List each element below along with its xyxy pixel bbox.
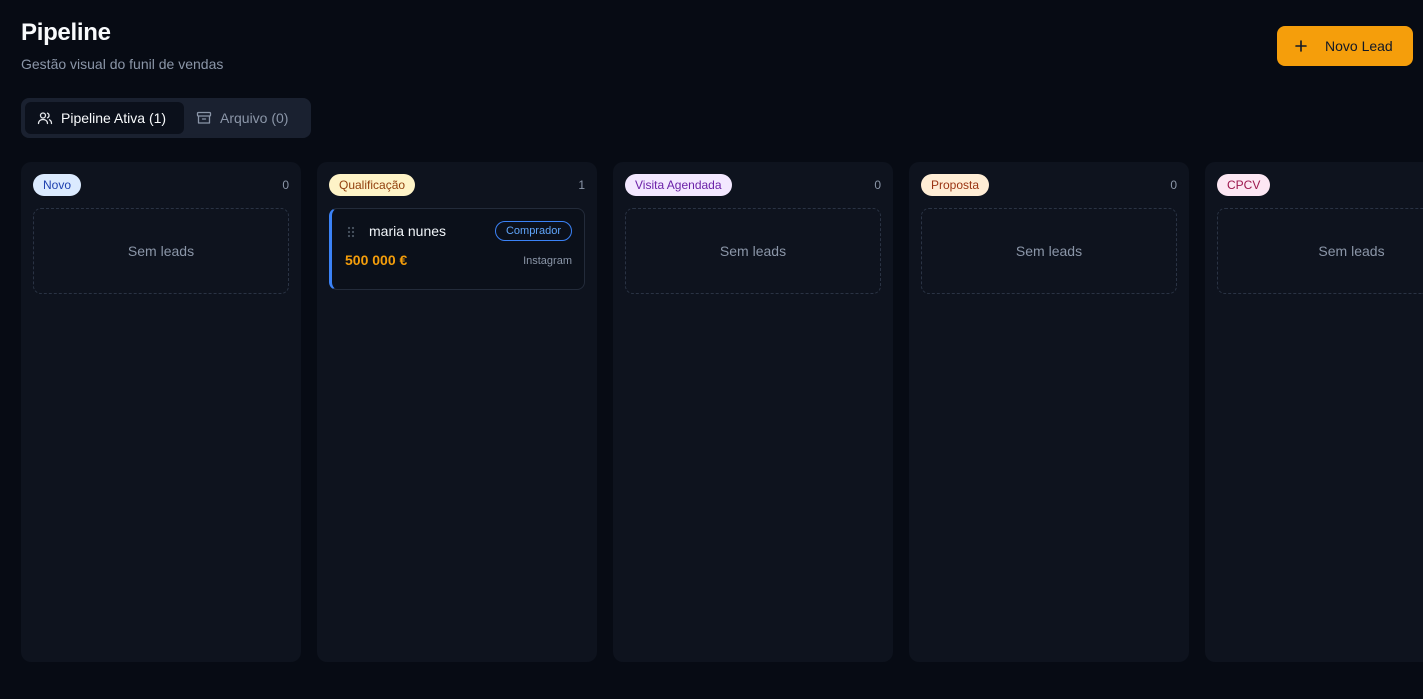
new-lead-button[interactable]: Novo Lead	[1277, 26, 1413, 66]
empty-drop-zone[interactable]: Sem leads	[1217, 208, 1423, 294]
empty-drop-zone[interactable]: Sem leads	[33, 208, 289, 294]
lead-count: 0	[874, 178, 881, 192]
column-header: CPCV	[1217, 174, 1423, 196]
archive-icon	[196, 110, 220, 126]
stage-badge: Novo	[33, 174, 82, 196]
users-icon	[37, 110, 61, 126]
lead-count: 0	[282, 178, 289, 192]
empty-drop-zone[interactable]: Sem leads	[921, 208, 1177, 294]
lead-card[interactable]: maria nunes Comprador 500 000 € Instagra…	[329, 208, 585, 290]
tab-archive[interactable]: Arquivo (0)	[184, 102, 307, 134]
stage-badge: Proposta	[921, 174, 990, 196]
page-title: Pipeline	[21, 19, 111, 46]
column-proposta: Proposta 0 Sem leads	[909, 162, 1189, 662]
stage-badge: CPCV	[1217, 174, 1271, 196]
column-visita-agendada: Visita Agendada 0 Sem leads	[613, 162, 893, 662]
plus-icon	[1293, 38, 1309, 54]
column-novo: Novo 0 Sem leads	[21, 162, 301, 662]
tab-label: Pipeline Ativa (1)	[61, 110, 167, 126]
drag-handle-icon[interactable]	[347, 225, 355, 243]
pipeline-page: Pipeline Gestão visual do funil de venda…	[0, 0, 1423, 699]
column-header: Proposta 0	[921, 174, 1177, 196]
new-lead-label: Novo Lead	[1325, 38, 1393, 54]
column-header: Novo 0	[33, 174, 289, 196]
column-header: Qualificação 1	[329, 174, 585, 196]
tab-pipeline-active[interactable]: Pipeline Ativa (1)	[25, 102, 184, 134]
lead-count: 0	[1170, 178, 1177, 192]
column-qualificacao: Qualificação 1 maria nunes Comprador 500…	[317, 162, 597, 662]
lead-role-badge: Comprador	[494, 221, 572, 241]
column-cpcv: CPCV Sem leads	[1205, 162, 1423, 662]
page-subtitle: Gestão visual do funil de vendas	[21, 56, 224, 72]
lead-value: 500 000 €	[345, 252, 408, 268]
empty-drop-zone[interactable]: Sem leads	[625, 208, 881, 294]
stage-badge: Visita Agendada	[625, 174, 732, 196]
tab-label: Arquivo (0)	[220, 110, 289, 126]
lead-source: Instagram	[523, 255, 572, 267]
column-header: Visita Agendada 0	[625, 174, 881, 196]
stage-badge: Qualificação	[329, 174, 416, 196]
pipeline-tabs: Pipeline Ativa (1) Arquivo (0)	[21, 98, 311, 138]
lead-count: 1	[578, 178, 585, 192]
lead-name: maria nunes	[369, 223, 447, 239]
